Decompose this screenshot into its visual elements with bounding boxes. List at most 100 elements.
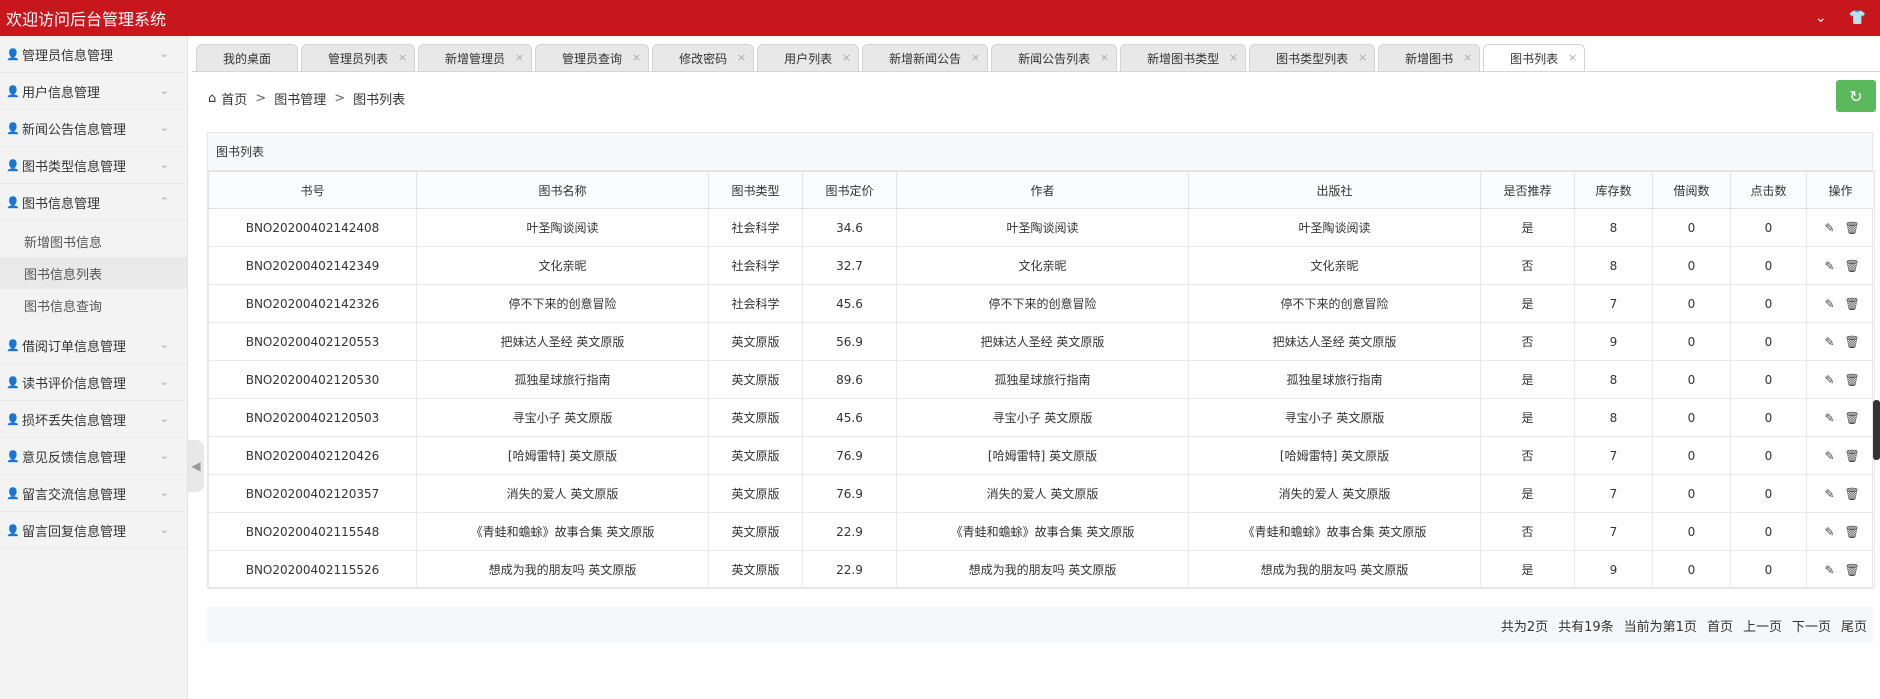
- trash-icon[interactable]: 🗑: [1845, 221, 1860, 235]
- close-icon[interactable]: ×: [1100, 51, 1109, 64]
- table-cell: 文化亲昵: [1188, 246, 1481, 285]
- breadcrumb-level1[interactable]: 图书管理: [274, 89, 326, 108]
- sidebar-item[interactable]: 👤 留言回复信息管理 ⌄: [0, 512, 187, 549]
- pencil-icon[interactable]: ✎: [1823, 221, 1837, 235]
- tab-item[interactable]: 修改密码 ×: [652, 44, 755, 71]
- sidebar-subitem[interactable]: 新增图书信息: [0, 225, 187, 257]
- book-table: 书号 图书名称 图书类型 图书定价 作者 出版社 是否推荐 库存数 借阅数 点击数 操作 BNO20…: [208, 171, 1875, 589]
- tab-item[interactable]: 新增管理员 ×: [418, 44, 533, 71]
- pencil-icon[interactable]: ✎: [1823, 259, 1837, 273]
- close-icon[interactable]: ×: [971, 51, 980, 64]
- tab-item[interactable]: 新闻公告列表 ×: [991, 44, 1118, 71]
- tab-item[interactable]: 图书列表 ×: [1483, 44, 1586, 71]
- tab-item[interactable]: 新增新闻公告 ×: [862, 44, 989, 71]
- table-cell: 8: [1574, 208, 1653, 247]
- table-row: BNO20200402142349 文化亲昵 社会科学 32.7 文化亲昵 文化亲昵否 8 0…: [208, 246, 1875, 285]
- pager-next-link[interactable]: 下一页: [1792, 616, 1831, 635]
- tab-item[interactable]: 新增图书 ×: [1378, 44, 1481, 71]
- scrollbar-thumb[interactable]: [1873, 400, 1880, 460]
- sidebar-item[interactable]: 👤 用户信息管理 ⌄: [0, 73, 187, 110]
- tab-item[interactable]: 新增图书类型 ×: [1120, 44, 1247, 71]
- table-cell: 是: [1480, 284, 1575, 323]
- close-icon[interactable]: ×: [737, 51, 746, 64]
- trash-icon[interactable]: 🗑: [1845, 373, 1860, 387]
- table-cell: 社会科学: [708, 246, 803, 285]
- breadcrumb-separator: >: [334, 90, 346, 106]
- sidebar-item[interactable]: 👤 借阅订单信息管理 ⌄: [0, 327, 187, 364]
- pager-first-link[interactable]: 首页: [1707, 616, 1733, 635]
- tab-item[interactable]: 我的桌面: [196, 44, 299, 71]
- sidebar-subitem[interactable]: 图书信息查询: [0, 289, 187, 321]
- table-cell: 是: [1480, 208, 1575, 247]
- chevron-down-icon: ⌄: [159, 375, 169, 388]
- table-cell: BNO20200402120503: [208, 398, 417, 437]
- trash-icon[interactable]: 🗑: [1845, 411, 1860, 425]
- sidebar-item[interactable]: 👤 图书类型信息管理 ⌄: [0, 147, 187, 184]
- pencil-icon[interactable]: ✎: [1823, 487, 1837, 501]
- close-icon[interactable]: ×: [842, 51, 851, 64]
- sidebar-item[interactable]: 👤 图书信息管理 ⌃: [0, 184, 187, 221]
- tab-label: 新增图书: [1405, 51, 1454, 66]
- table-cell: 0: [1730, 208, 1807, 247]
- table-cell: 0: [1652, 398, 1731, 437]
- pencil-icon[interactable]: ✎: [1823, 373, 1837, 387]
- pager-total-records: 共有19条: [1558, 619, 1614, 635]
- breadcrumb-home[interactable]: 首页: [221, 89, 247, 108]
- table-cell: 想成为我的朋友吗 英文原版: [896, 550, 1189, 589]
- trash-icon[interactable]: 🗑: [1845, 563, 1860, 577]
- shirt-icon[interactable]: 👕: [1849, 10, 1866, 26]
- chevron-left-icon: ◀: [191, 459, 201, 473]
- tab-item[interactable]: 管理员列表 ×: [301, 44, 416, 71]
- trash-icon[interactable]: 🗑: [1845, 259, 1860, 273]
- sidebar-item[interactable]: 👤 损坏丢失信息管理 ⌄: [0, 401, 187, 438]
- sidebar-item[interactable]: 👤 留言交流信息管理 ⌄: [0, 475, 187, 512]
- close-icon[interactable]: ×: [515, 51, 524, 64]
- sidebar-item[interactable]: 👤 意见反馈信息管理 ⌄: [0, 438, 187, 475]
- sidebar-item-label: 损坏丢失信息管理: [22, 413, 127, 429]
- sidebar-item[interactable]: 👤 新闻公告信息管理 ⌄: [0, 110, 187, 147]
- table-cell: 76.9: [802, 436, 897, 475]
- table-cell: 34.6: [802, 208, 897, 247]
- close-icon[interactable]: ×: [1568, 51, 1577, 64]
- tab-item[interactable]: 用户列表 ×: [757, 44, 860, 71]
- pencil-icon[interactable]: ✎: [1823, 563, 1837, 577]
- trash-icon[interactable]: 🗑: [1845, 297, 1860, 311]
- close-icon[interactable]: ×: [1229, 51, 1238, 64]
- sidebar-item[interactable]: 👤 读书评价信息管理 ⌄: [0, 364, 187, 401]
- pencil-icon[interactable]: ✎: [1823, 297, 1837, 311]
- user-icon: 👤: [6, 413, 20, 426]
- home-icon: ⌂: [208, 90, 217, 106]
- sidebar-subitem[interactable]: 图书信息列表: [0, 257, 187, 289]
- trash-icon[interactable]: 🗑: [1845, 335, 1860, 349]
- sidebar-collapse-handle[interactable]: ◀: [188, 440, 204, 492]
- pencil-icon[interactable]: ✎: [1823, 525, 1837, 539]
- table-cell: 0: [1652, 550, 1731, 589]
- table-cell: 9: [1574, 322, 1653, 361]
- tab-item[interactable]: 管理员查询 ×: [535, 44, 650, 71]
- refresh-button[interactable]: ↻: [1836, 80, 1876, 112]
- close-icon[interactable]: ×: [1358, 51, 1367, 64]
- close-icon[interactable]: ×: [398, 51, 407, 64]
- table-cell: 32.7: [802, 246, 897, 285]
- table-cell: 文化亲昵: [416, 246, 709, 285]
- pencil-icon[interactable]: ✎: [1823, 411, 1837, 425]
- sidebar-item[interactable]: 👤 管理员信息管理 ⌄: [0, 36, 187, 73]
- close-icon[interactable]: ×: [632, 51, 641, 64]
- close-icon[interactable]: ×: [1463, 51, 1472, 64]
- table-cell: BNO20200402120426: [208, 436, 417, 475]
- chevron-down-icon[interactable]: ⌄: [1815, 10, 1827, 26]
- chevron-down-icon: ⌄: [159, 84, 169, 97]
- table-cell: 45.6: [802, 284, 897, 323]
- trash-icon[interactable]: 🗑: [1845, 487, 1860, 501]
- trash-icon[interactable]: 🗑: [1845, 525, 1860, 539]
- tab-item[interactable]: 图书类型列表 ×: [1249, 44, 1376, 71]
- pencil-icon[interactable]: ✎: [1823, 335, 1837, 349]
- pager-last-link[interactable]: 尾页: [1841, 616, 1867, 635]
- column-header: 作者: [896, 171, 1189, 209]
- pencil-icon[interactable]: ✎: [1823, 449, 1837, 463]
- table-cell: 停不下来的创意冒险: [416, 284, 709, 323]
- pager-prev-link[interactable]: 上一页: [1743, 616, 1782, 635]
- trash-icon[interactable]: 🗑: [1845, 449, 1860, 463]
- pager-current: 当前为第1页: [1623, 619, 1697, 635]
- table-cell: 是: [1480, 360, 1575, 399]
